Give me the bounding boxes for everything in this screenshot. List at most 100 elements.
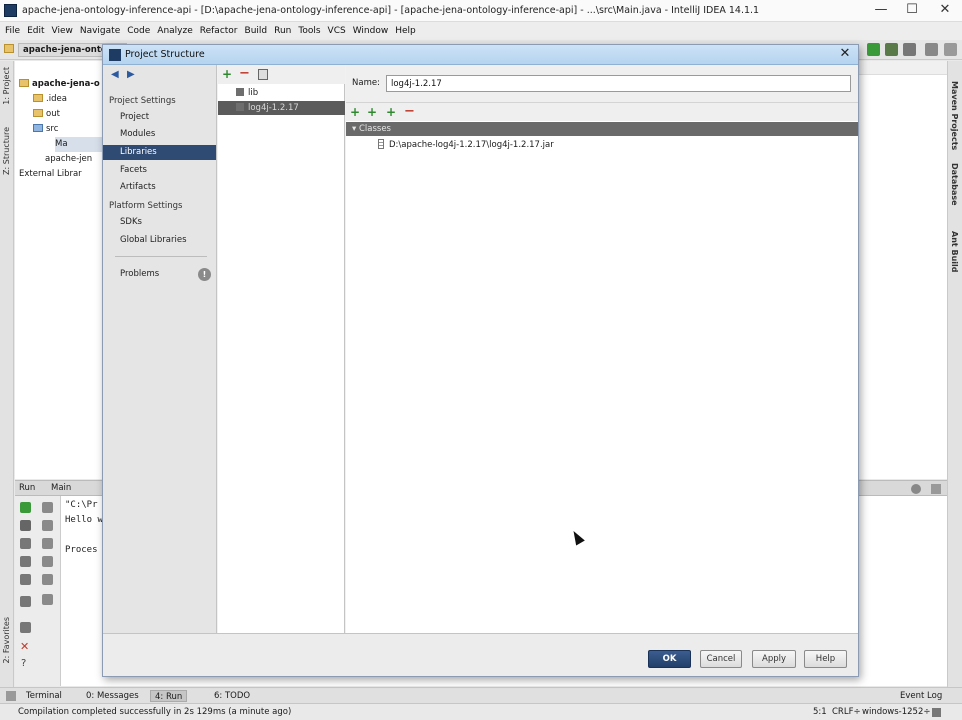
library-item[interactable]: lib — [218, 86, 345, 100]
tree-iml[interactable]: apache-jen — [45, 152, 92, 167]
add-library-icon[interactable]: + — [222, 67, 232, 81]
forward-arrow-icon[interactable]: ▶ — [127, 69, 135, 80]
tab-database[interactable]: Database — [950, 163, 959, 206]
scroll-to-end-icon[interactable] — [42, 574, 53, 585]
dialog-button-bar: OK Cancel Apply Help — [103, 633, 858, 676]
settings-sidebar: ◀ ▶ Project Settings Project Modules Lib… — [103, 65, 217, 633]
project-structure-icon[interactable] — [925, 43, 938, 56]
editor-area[interactable] — [858, 61, 947, 479]
close-run-icon[interactable]: ✕ — [20, 640, 29, 653]
tab-project[interactable]: 1: Project — [2, 67, 11, 105]
menu-navigate[interactable]: Navigate — [78, 26, 125, 36]
trash-icon[interactable] — [42, 594, 53, 605]
menu-vcs[interactable]: VCS — [326, 26, 351, 36]
settings-gear-icon[interactable] — [911, 484, 921, 494]
tab-run[interactable]: 4: Run — [150, 690, 188, 702]
remove-library-icon[interactable]: − — [239, 66, 250, 81]
tab-structure[interactable]: Z: Structure — [2, 127, 11, 175]
tree-idea[interactable]: .idea — [33, 92, 67, 107]
sidebar-item-facets[interactable]: Facets — [103, 163, 216, 178]
menu-refactor[interactable]: Refactor — [198, 26, 243, 36]
menu-run[interactable]: Run — [272, 26, 296, 36]
close-window-button[interactable]: ✕ — [930, 0, 960, 22]
rerun-icon[interactable] — [20, 502, 31, 513]
back-arrow-icon[interactable]: ◀ — [111, 69, 119, 80]
run-icon[interactable] — [867, 43, 880, 56]
dialog-app-icon — [109, 49, 121, 61]
minimize-button[interactable]: — — [866, 0, 896, 22]
menu-build[interactable]: Build — [243, 26, 273, 36]
pin-icon[interactable] — [20, 622, 31, 633]
tree-external-libraries[interactable]: External Librar — [19, 167, 82, 182]
tab-ant-build[interactable]: Ant Build — [950, 231, 959, 273]
sidebar-item-artifacts[interactable]: Artifacts — [103, 180, 216, 195]
remove-root-icon[interactable]: − — [404, 104, 415, 119]
left-tool-strip: 1: Project Z: Structure 2: Favorites — [0, 61, 14, 687]
jar-entry[interactable]: D:\apache-log4j-1.2.17\log4j-1.2.17.jar — [378, 139, 554, 150]
tab-messages[interactable]: 0: Messages — [82, 690, 143, 702]
restore-layout-icon[interactable] — [20, 574, 31, 585]
help-button[interactable]: Help — [804, 650, 847, 668]
console-line: Hello w — [65, 515, 103, 525]
library-name-input[interactable] — [386, 75, 851, 92]
menu-help[interactable]: Help — [393, 26, 421, 36]
sidebar-item-global-libraries[interactable]: Global Libraries — [103, 233, 216, 248]
tab-event-log[interactable]: Event Log — [896, 690, 946, 702]
run-config-label[interactable]: Main — [51, 483, 71, 493]
scroll-up-icon[interactable] — [42, 502, 53, 513]
library-item[interactable]: log4j-1.2.17 — [218, 101, 345, 115]
menu-file[interactable]: File — [3, 26, 25, 36]
menu-window[interactable]: Window — [351, 26, 394, 36]
ok-button[interactable]: OK — [648, 650, 691, 668]
window-title-bar: apache-jena-ontology-inference-api - [D:… — [0, 0, 962, 22]
tab-favorites[interactable]: 2: Favorites — [2, 617, 11, 663]
tree-src[interactable]: src — [33, 122, 58, 137]
menu-code[interactable]: Code — [125, 26, 155, 36]
sidebar-item-libraries[interactable]: Libraries — [103, 145, 216, 160]
debug-icon[interactable] — [885, 43, 898, 56]
maximize-button[interactable]: ☐ — [897, 0, 927, 22]
sidebar-item-modules[interactable]: Modules — [103, 127, 216, 142]
pause-icon[interactable] — [20, 538, 31, 549]
libraries-toolbar: + − — [218, 65, 345, 84]
hide-panel-icon[interactable] — [931, 484, 941, 494]
menu-tools[interactable]: Tools — [296, 26, 325, 36]
dialog-close-button[interactable]: ✕ — [837, 46, 853, 62]
file-encoding[interactable]: windows-1252÷ — [862, 707, 931, 717]
tab-maven-projects[interactable]: Maven Projects — [950, 81, 959, 150]
attach-classes-icon[interactable]: + — [367, 105, 377, 119]
menu-analyze[interactable]: Analyze — [155, 26, 197, 36]
attach-jar-icon[interactable]: + — [386, 105, 396, 119]
sidebar-item-project[interactable]: Project — [103, 110, 216, 125]
copy-library-icon[interactable] — [258, 69, 268, 80]
tool-window-icon[interactable] — [6, 691, 16, 701]
stop-icon[interactable] — [20, 520, 31, 531]
help-icon[interactable] — [944, 43, 957, 56]
lock-icon[interactable] — [932, 708, 941, 717]
cancel-button[interactable]: Cancel — [700, 650, 742, 668]
sidebar-item-sdks[interactable]: SDKs — [103, 215, 216, 230]
tree-out[interactable]: out — [33, 107, 60, 122]
settings-icon[interactable] — [903, 43, 916, 56]
print-icon[interactable] — [42, 556, 53, 567]
menu-bar: File Edit View Navigate Code Analyze Ref… — [0, 22, 962, 40]
question-icon[interactable]: ? — [21, 658, 26, 669]
tab-todo[interactable]: 6: TODO — [210, 690, 254, 702]
classes-root-row[interactable]: ▾ Classes — [346, 122, 858, 136]
caret-position[interactable]: 5:1 — [813, 707, 827, 717]
menu-edit[interactable]: Edit — [25, 26, 49, 36]
scroll-down-icon[interactable] — [42, 520, 53, 531]
editor-tab-bar — [858, 61, 947, 75]
dialog-title-bar: Project Structure ✕ — [103, 45, 858, 65]
add-root-icon[interactable]: + — [350, 105, 360, 119]
soft-wrap-icon[interactable] — [42, 538, 53, 549]
source-folder-icon — [33, 124, 43, 132]
tree-main-class[interactable]: Ma — [55, 137, 105, 152]
console-icon[interactable] — [20, 596, 31, 607]
apply-button[interactable]: Apply — [752, 650, 796, 668]
tree-root[interactable]: apache-jena-o — [19, 77, 100, 92]
line-separator[interactable]: CRLF÷ — [832, 707, 861, 717]
dump-threads-icon[interactable] — [20, 556, 31, 567]
tab-terminal[interactable]: Terminal — [22, 690, 66, 702]
menu-view[interactable]: View — [50, 26, 78, 36]
